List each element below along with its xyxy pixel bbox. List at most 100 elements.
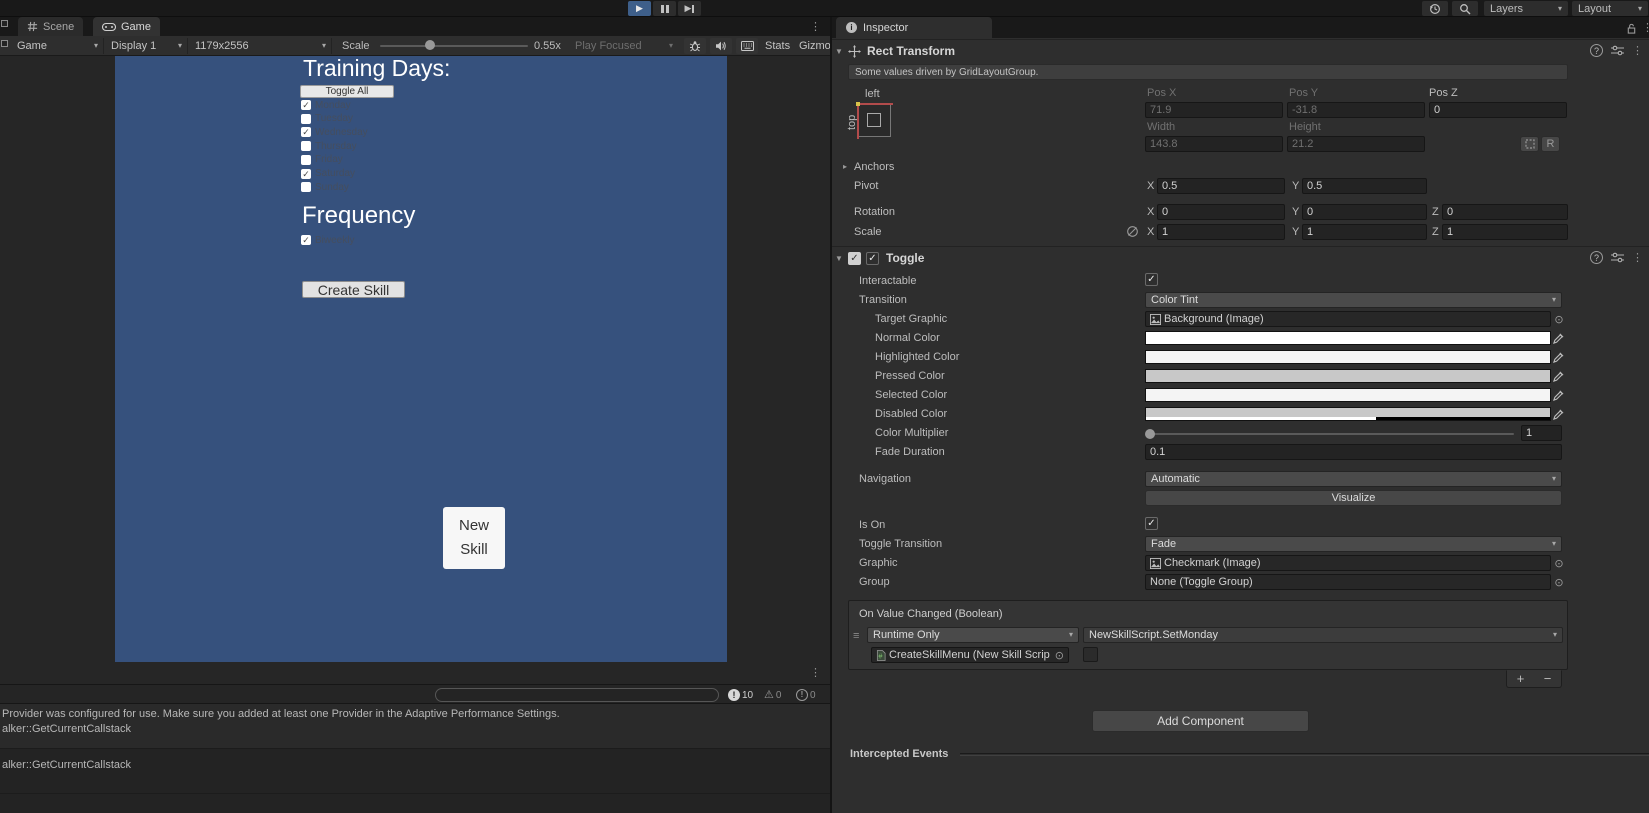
eyedropper-icon[interactable]: [1551, 406, 1565, 422]
undo-history-button[interactable]: [1422, 1, 1448, 16]
normal-color-swatch[interactable]: [1145, 331, 1551, 345]
color-multiplier-field[interactable]: 1: [1521, 425, 1562, 441]
day-checkbox[interactable]: [301, 154, 311, 165]
console-log-entry[interactable]: Provider was configured for use. Make su…: [0, 704, 830, 749]
navigation-dropdown[interactable]: Automatic ▾: [1145, 471, 1562, 487]
biweekly-checkbox[interactable]: ✓: [301, 235, 311, 245]
event-function-dropdown[interactable]: NewSkillScript.SetMonday ▾: [1083, 627, 1563, 643]
scale-x-field[interactable]: 1: [1157, 224, 1285, 240]
resolution-dropdown[interactable]: 1179x2556 ▾: [190, 38, 332, 54]
search-everywhere-button[interactable]: [1452, 1, 1478, 16]
eyedropper-icon[interactable]: [1551, 368, 1565, 384]
scale-y-field[interactable]: 1: [1302, 224, 1427, 240]
event-target-field[interactable]: # CreateSkillMenu (New Skill Scrip ⊙: [871, 647, 1069, 663]
tab-scene[interactable]: Scene: [18, 17, 84, 36]
day-toggle-row[interactable]: Sunday: [301, 181, 349, 193]
blueprint-mode-button[interactable]: [1520, 136, 1539, 152]
tab-game[interactable]: Game: [93, 17, 160, 36]
day-checkbox[interactable]: [301, 141, 311, 152]
pivot-y-field[interactable]: 0.5: [1302, 178, 1427, 194]
foldout-icon[interactable]: ▼: [832, 254, 846, 263]
drag-handle-icon[interactable]: ≡: [853, 630, 859, 642]
day-toggle-row[interactable]: ✓ Wednesday: [301, 126, 368, 138]
scale-slider-track[interactable]: [380, 45, 528, 47]
dock-icon[interactable]: [1, 40, 8, 47]
remove-event-button[interactable]: −: [1534, 671, 1561, 687]
play-focused-dropdown[interactable]: Play Focused ▾: [570, 38, 678, 54]
pivot-x-field[interactable]: 0.5: [1157, 178, 1285, 194]
pause-button[interactable]: [653, 1, 676, 16]
component-enabled-checkbox[interactable]: ✓: [866, 251, 879, 265]
transition-dropdown[interactable]: Color Tint ▾: [1145, 292, 1562, 308]
panel-menu-icon[interactable]: ⋮: [810, 20, 821, 33]
create-skill-button[interactable]: Create Skill: [302, 281, 405, 298]
link-broken-icon[interactable]: [1126, 225, 1139, 238]
console-menu-icon[interactable]: ⋮: [810, 666, 821, 679]
raw-edit-mode-button[interactable]: R: [1541, 136, 1560, 152]
day-toggle-row[interactable]: ✓ Saturday: [301, 168, 355, 180]
day-checkbox[interactable]: [301, 182, 311, 193]
rotation-x-field[interactable]: 0: [1157, 204, 1285, 220]
object-picker-icon[interactable]: ⊙: [1055, 649, 1064, 662]
rect-transform-header[interactable]: ▼ Rect Transform ? ⋮: [832, 39, 1649, 62]
scale-z-field[interactable]: 1: [1442, 224, 1568, 240]
dock-icon[interactable]: [1, 20, 8, 27]
layers-dropdown[interactable]: Layers ▾: [1484, 1, 1568, 16]
eyedropper-icon[interactable]: [1551, 330, 1565, 346]
day-checkbox[interactable]: [301, 113, 311, 124]
eyedropper-icon[interactable]: [1551, 349, 1565, 365]
help-icon[interactable]: ?: [1590, 44, 1603, 57]
mute-audio-button[interactable]: [710, 38, 732, 54]
rotation-z-field[interactable]: 0: [1442, 204, 1568, 220]
day-toggle-row[interactable]: Tuesday: [301, 113, 353, 125]
presets-icon[interactable]: [1611, 252, 1624, 263]
add-component-button[interactable]: Add Component: [1092, 710, 1309, 732]
pos-z-field[interactable]: 0: [1429, 102, 1567, 118]
toggle-all-button[interactable]: Toggle All: [300, 85, 394, 98]
interactable-checkbox[interactable]: ✓: [1145, 273, 1158, 286]
day-checkbox[interactable]: ✓: [301, 100, 311, 110]
new-skill-button[interactable]: New Skill: [443, 507, 505, 569]
object-picker-icon[interactable]: ⊙: [1553, 311, 1565, 327]
step-button[interactable]: ▶: [678, 1, 701, 16]
foldout-icon[interactable]: ▼: [832, 47, 846, 56]
error-filter-badge[interactable]: ! 0: [796, 687, 816, 703]
debug-button[interactable]: [684, 38, 706, 54]
game-mode-dropdown[interactable]: Game ▾: [12, 38, 104, 54]
group-field[interactable]: None (Toggle Group): [1145, 574, 1551, 590]
pressed-color-swatch[interactable]: [1145, 369, 1551, 383]
stats-button[interactable]: Stats: [760, 38, 795, 54]
toggle-component-header[interactable]: ▼ ✓ ✓ Toggle ? ⋮: [832, 246, 1649, 269]
anchor-preset-widget[interactable]: [856, 102, 893, 139]
layout-dropdown[interactable]: Layout ▾: [1572, 1, 1648, 16]
console-search-input[interactable]: [435, 688, 719, 702]
fade-duration-field[interactable]: 0.1: [1145, 444, 1562, 460]
highlighted-color-swatch[interactable]: [1145, 350, 1551, 364]
eyedropper-icon[interactable]: [1551, 387, 1565, 403]
info-filter-badge[interactable]: ! 10: [728, 687, 753, 703]
display-dropdown[interactable]: Display 1 ▾: [106, 38, 188, 54]
event-mode-dropdown[interactable]: Runtime Only ▾: [867, 627, 1079, 643]
day-checkbox[interactable]: ✓: [301, 127, 311, 138]
scale-slider-thumb[interactable]: [425, 40, 435, 50]
graphic-field[interactable]: Checkmark (Image): [1145, 555, 1551, 571]
anchors-foldout-icon[interactable]: ▸: [838, 162, 852, 171]
toggle-transition-dropdown[interactable]: Fade ▾: [1145, 536, 1562, 552]
presets-icon[interactable]: [1611, 45, 1624, 56]
inspector-menu-icon[interactable]: ⋮: [1642, 21, 1649, 34]
object-picker-icon[interactable]: ⊙: [1553, 555, 1565, 571]
help-icon[interactable]: ?: [1590, 251, 1603, 264]
visualize-button[interactable]: Visualize: [1145, 490, 1562, 506]
anchors-label[interactable]: Anchors: [854, 161, 894, 173]
rotation-y-field[interactable]: 0: [1302, 204, 1427, 220]
color-multiplier-slider-track[interactable]: [1149, 433, 1514, 435]
day-toggle-row[interactable]: Thursday: [301, 140, 357, 152]
component-menu-icon[interactable]: ⋮: [1632, 44, 1643, 57]
tab-inspector[interactable]: i Inspector: [836, 17, 992, 38]
object-picker-icon[interactable]: ⊙: [1553, 574, 1565, 590]
biweekly-toggle-row[interactable]: ✓ Biweekly: [301, 234, 354, 246]
day-toggle-row[interactable]: Friday: [301, 154, 343, 166]
selected-color-swatch[interactable]: [1145, 388, 1551, 402]
warning-filter-badge[interactable]: ⚠ 0: [764, 687, 781, 703]
disabled-color-swatch[interactable]: [1145, 407, 1551, 421]
